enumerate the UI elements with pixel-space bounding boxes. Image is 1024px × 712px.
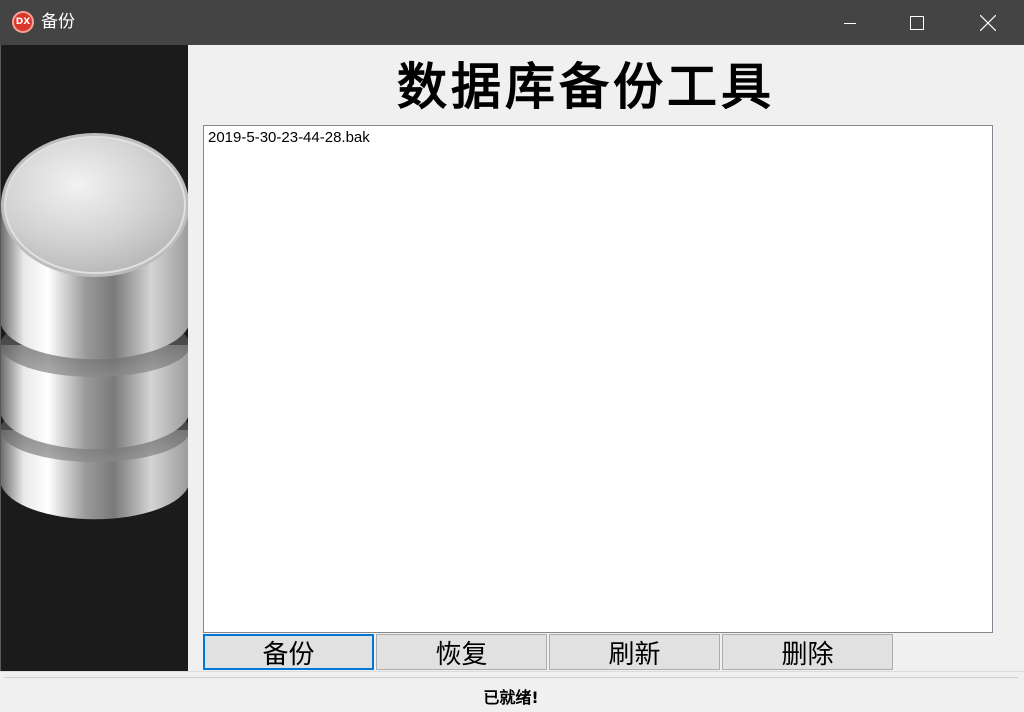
- status-text: 已就绪!: [483, 688, 539, 707]
- database-icon: [1, 133, 188, 520]
- minimize-icon: [844, 22, 856, 24]
- close-icon: [980, 14, 996, 31]
- maximize-icon: [910, 15, 924, 30]
- list-item[interactable]: 2019-5-30-23-44-28.bak: [204, 126, 992, 147]
- status-panel: 已就绪!: [4, 677, 1018, 708]
- title-bar[interactable]: DX 备份: [0, 0, 1024, 45]
- side-image-panel: [0, 45, 188, 671]
- close-button[interactable]: [965, 0, 1011, 45]
- status-bar: 已就绪!: [0, 671, 1024, 712]
- page-title: 数据库备份工具: [397, 57, 775, 116]
- backup-button[interactable]: 备份: [203, 634, 374, 670]
- refresh-button[interactable]: 刷新: [549, 634, 720, 670]
- window-title: 备份: [41, 12, 75, 32]
- minimize-button[interactable]: [827, 0, 873, 45]
- main-content: 数据库备份工具 2019-5-30-23-44-28.bak 备份 恢复 刷新 …: [188, 45, 1024, 671]
- restore-button[interactable]: 恢复: [376, 634, 547, 670]
- maximize-button[interactable]: [894, 0, 940, 45]
- delete-button[interactable]: 删除: [722, 634, 893, 670]
- app-logo-icon: DX: [12, 11, 34, 33]
- backup-file-list[interactable]: 2019-5-30-23-44-28.bak: [203, 125, 993, 633]
